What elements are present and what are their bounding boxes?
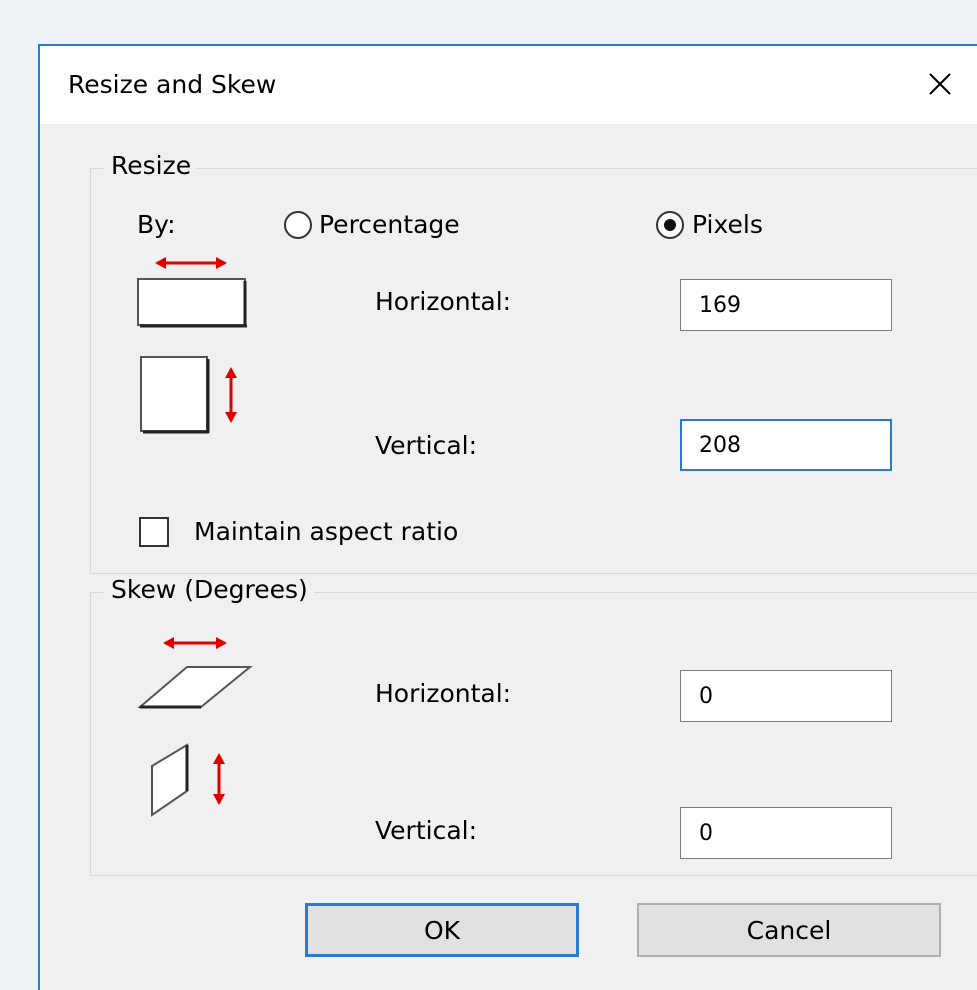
close-icon[interactable] [920, 64, 960, 104]
dialog-title: Resize and Skew [68, 70, 277, 99]
skew-vertical-icon [147, 741, 247, 825]
skew-horizontal-label: Horizontal: [375, 679, 512, 708]
resize-horizontal-label: Horizontal: [375, 287, 512, 316]
resize-vertical-icon [139, 355, 249, 439]
percentage-label[interactable]: Percentage [319, 210, 460, 240]
resize-horizontal-input[interactable] [680, 279, 892, 331]
skew-legend: Skew (Degrees) [105, 575, 314, 605]
pixels-label[interactable]: Pixels [692, 210, 763, 240]
resize-skew-dialog: Resize and Skew Resize By: Percentage Pi… [38, 44, 977, 990]
maintain-aspect-checkbox[interactable] [139, 517, 169, 547]
title-bar: Resize and Skew [40, 46, 977, 124]
maintain-aspect-label[interactable]: Maintain aspect ratio [194, 517, 458, 547]
percentage-radio[interactable] [284, 211, 312, 239]
resize-vertical-label: Vertical: [375, 431, 478, 460]
skew-vertical-label: Vertical: [375, 816, 478, 845]
radio-selected-dot [664, 219, 676, 231]
skew-group: Skew (Degrees) Horizontal: Vertical: [90, 575, 977, 876]
skew-horizontal-input[interactable] [680, 670, 892, 722]
by-label: By: [137, 210, 176, 239]
skew-horizontal-icon [135, 633, 255, 717]
resize-legend: Resize [105, 151, 198, 181]
resize-group: Resize By: Percentage Pixels Horizontal: [90, 151, 977, 574]
skew-vertical-input[interactable] [680, 807, 892, 859]
ok-button[interactable]: OK [305, 903, 579, 957]
cancel-button[interactable]: Cancel [637, 903, 941, 957]
pixels-radio[interactable] [656, 211, 684, 239]
resize-vertical-input[interactable] [680, 419, 892, 471]
resize-horizontal-icon [135, 253, 255, 335]
